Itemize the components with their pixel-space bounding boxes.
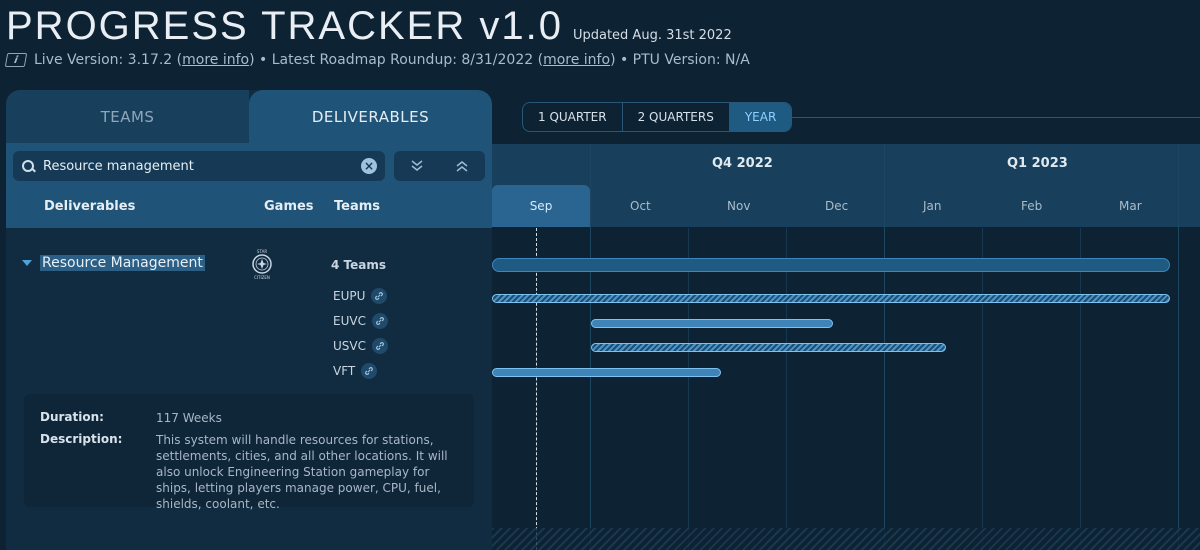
duration-value: 117 Weeks bbox=[156, 411, 222, 425]
search-input[interactable]: Resource management × bbox=[13, 151, 385, 181]
deliverables-panel: TEAMS DELIVERABLES Resource management × bbox=[6, 90, 492, 550]
month-divider bbox=[982, 228, 983, 550]
range-1-quarter-button[interactable]: 1 QUARTER bbox=[523, 103, 623, 131]
month-label: Oct bbox=[630, 199, 651, 213]
description-value: This system will handle resources for st… bbox=[156, 433, 448, 511]
quarter-label: Q4 2022 bbox=[712, 156, 773, 171]
column-header-games: Games bbox=[264, 199, 314, 214]
collapse-expand-group bbox=[394, 151, 485, 181]
divider bbox=[776, 117, 1200, 118]
more-info-link-roadmap[interactable]: more info bbox=[543, 52, 610, 68]
link-icon[interactable] bbox=[371, 288, 388, 304]
info-icon: i bbox=[4, 53, 28, 67]
month-label: Mar bbox=[1119, 199, 1142, 213]
deliverable-name[interactable]: Resource Management bbox=[40, 255, 205, 271]
month-label: Dec bbox=[825, 199, 849, 213]
team-item: VFT bbox=[333, 363, 378, 379]
double-chevron-down-icon bbox=[411, 160, 423, 171]
star-citizen-logo-icon: STAR CITIZEN bbox=[252, 249, 272, 280]
svg-text:CITIZEN: CITIZEN bbox=[254, 275, 270, 280]
updated-date: Updated Aug. 31st 2022 bbox=[572, 28, 732, 43]
link-icon[interactable] bbox=[371, 313, 388, 329]
page-title: PROGRESS TRACKER v1.0 bbox=[6, 4, 563, 48]
month-divider bbox=[688, 228, 689, 550]
column-header-teams: Teams bbox=[334, 199, 381, 214]
team-name: VFT bbox=[333, 364, 356, 378]
duration-label: Duration: bbox=[40, 410, 104, 424]
panel-tabs: TEAMS DELIVERABLES bbox=[6, 90, 492, 143]
search-icon bbox=[21, 159, 35, 173]
deliverable-details: Duration: 117 Weeks Description: This sy… bbox=[24, 394, 474, 511]
month-label: Sep bbox=[529, 199, 553, 213]
month-label: Nov bbox=[727, 199, 751, 213]
team-name: EUPU bbox=[333, 289, 366, 303]
quarter-label: Q1 2023 bbox=[1007, 156, 1068, 171]
search-value[interactable]: Resource management bbox=[43, 159, 361, 174]
current-month-cell: Sep bbox=[492, 185, 590, 227]
team-name: USVC bbox=[333, 339, 366, 353]
timeline-footer-hatch bbox=[492, 528, 1200, 550]
team-bar-eupu[interactable] bbox=[492, 294, 1170, 303]
team-item: USVC bbox=[333, 338, 388, 354]
description-label: Description: bbox=[40, 432, 123, 446]
deliverable-row: Resource Management STAR CITIZEN 4 Teams… bbox=[6, 228, 492, 550]
tab-teams[interactable]: TEAMS bbox=[6, 90, 249, 143]
team-item: EUVC bbox=[333, 313, 388, 329]
expand-all-button[interactable] bbox=[440, 151, 486, 181]
tab-deliverables[interactable]: DELIVERABLES bbox=[249, 90, 492, 143]
roadmap-text: ) • Latest Roadmap Roundup: 8/31/2022 ( bbox=[249, 52, 544, 68]
ptu-text: ) • PTU Version: N/A bbox=[610, 52, 750, 68]
more-info-link-live[interactable]: more info bbox=[182, 52, 249, 68]
team-bar-usvc[interactable] bbox=[591, 343, 946, 352]
page-header: PROGRESS TRACKER v1.0 Updated Aug. 31st … bbox=[6, 4, 732, 49]
month-divider bbox=[1080, 228, 1081, 550]
expand-caret-icon[interactable] bbox=[22, 260, 32, 266]
month-label: Feb bbox=[1021, 199, 1043, 213]
svg-text:STAR: STAR bbox=[257, 249, 267, 254]
deliverable-bar[interactable] bbox=[492, 258, 1170, 272]
link-icon[interactable] bbox=[372, 338, 388, 354]
team-bar-vft[interactable] bbox=[492, 368, 721, 377]
timeline-header bbox=[492, 144, 1200, 227]
teams-count: 4 Teams bbox=[331, 258, 387, 272]
search-area: Resource management × Deliverables Games… bbox=[6, 143, 492, 228]
team-bar-euvc[interactable] bbox=[591, 319, 833, 328]
collapse-all-button[interactable] bbox=[394, 151, 440, 181]
month-divider bbox=[786, 228, 787, 550]
range-2-quarters-button[interactable]: 2 QUARTERS bbox=[623, 103, 730, 131]
range-selector: 1 QUARTER 2 QUARTERS YEAR bbox=[522, 102, 793, 132]
link-icon[interactable] bbox=[361, 363, 378, 379]
month-label: Jan bbox=[923, 199, 942, 213]
today-marker bbox=[536, 228, 537, 550]
live-version-text: Live Version: 3.17.2 ( bbox=[34, 52, 183, 68]
team-item: EUPU bbox=[333, 288, 388, 304]
team-name: EUVC bbox=[333, 314, 366, 328]
clear-search-icon[interactable]: × bbox=[361, 158, 377, 174]
double-chevron-up-icon bbox=[456, 161, 468, 172]
quarter-divider bbox=[1178, 144, 1179, 550]
column-header-deliverables: Deliverables bbox=[44, 199, 136, 214]
version-info: i Live Version: 3.17.2 ( more info ) • L… bbox=[4, 52, 750, 68]
